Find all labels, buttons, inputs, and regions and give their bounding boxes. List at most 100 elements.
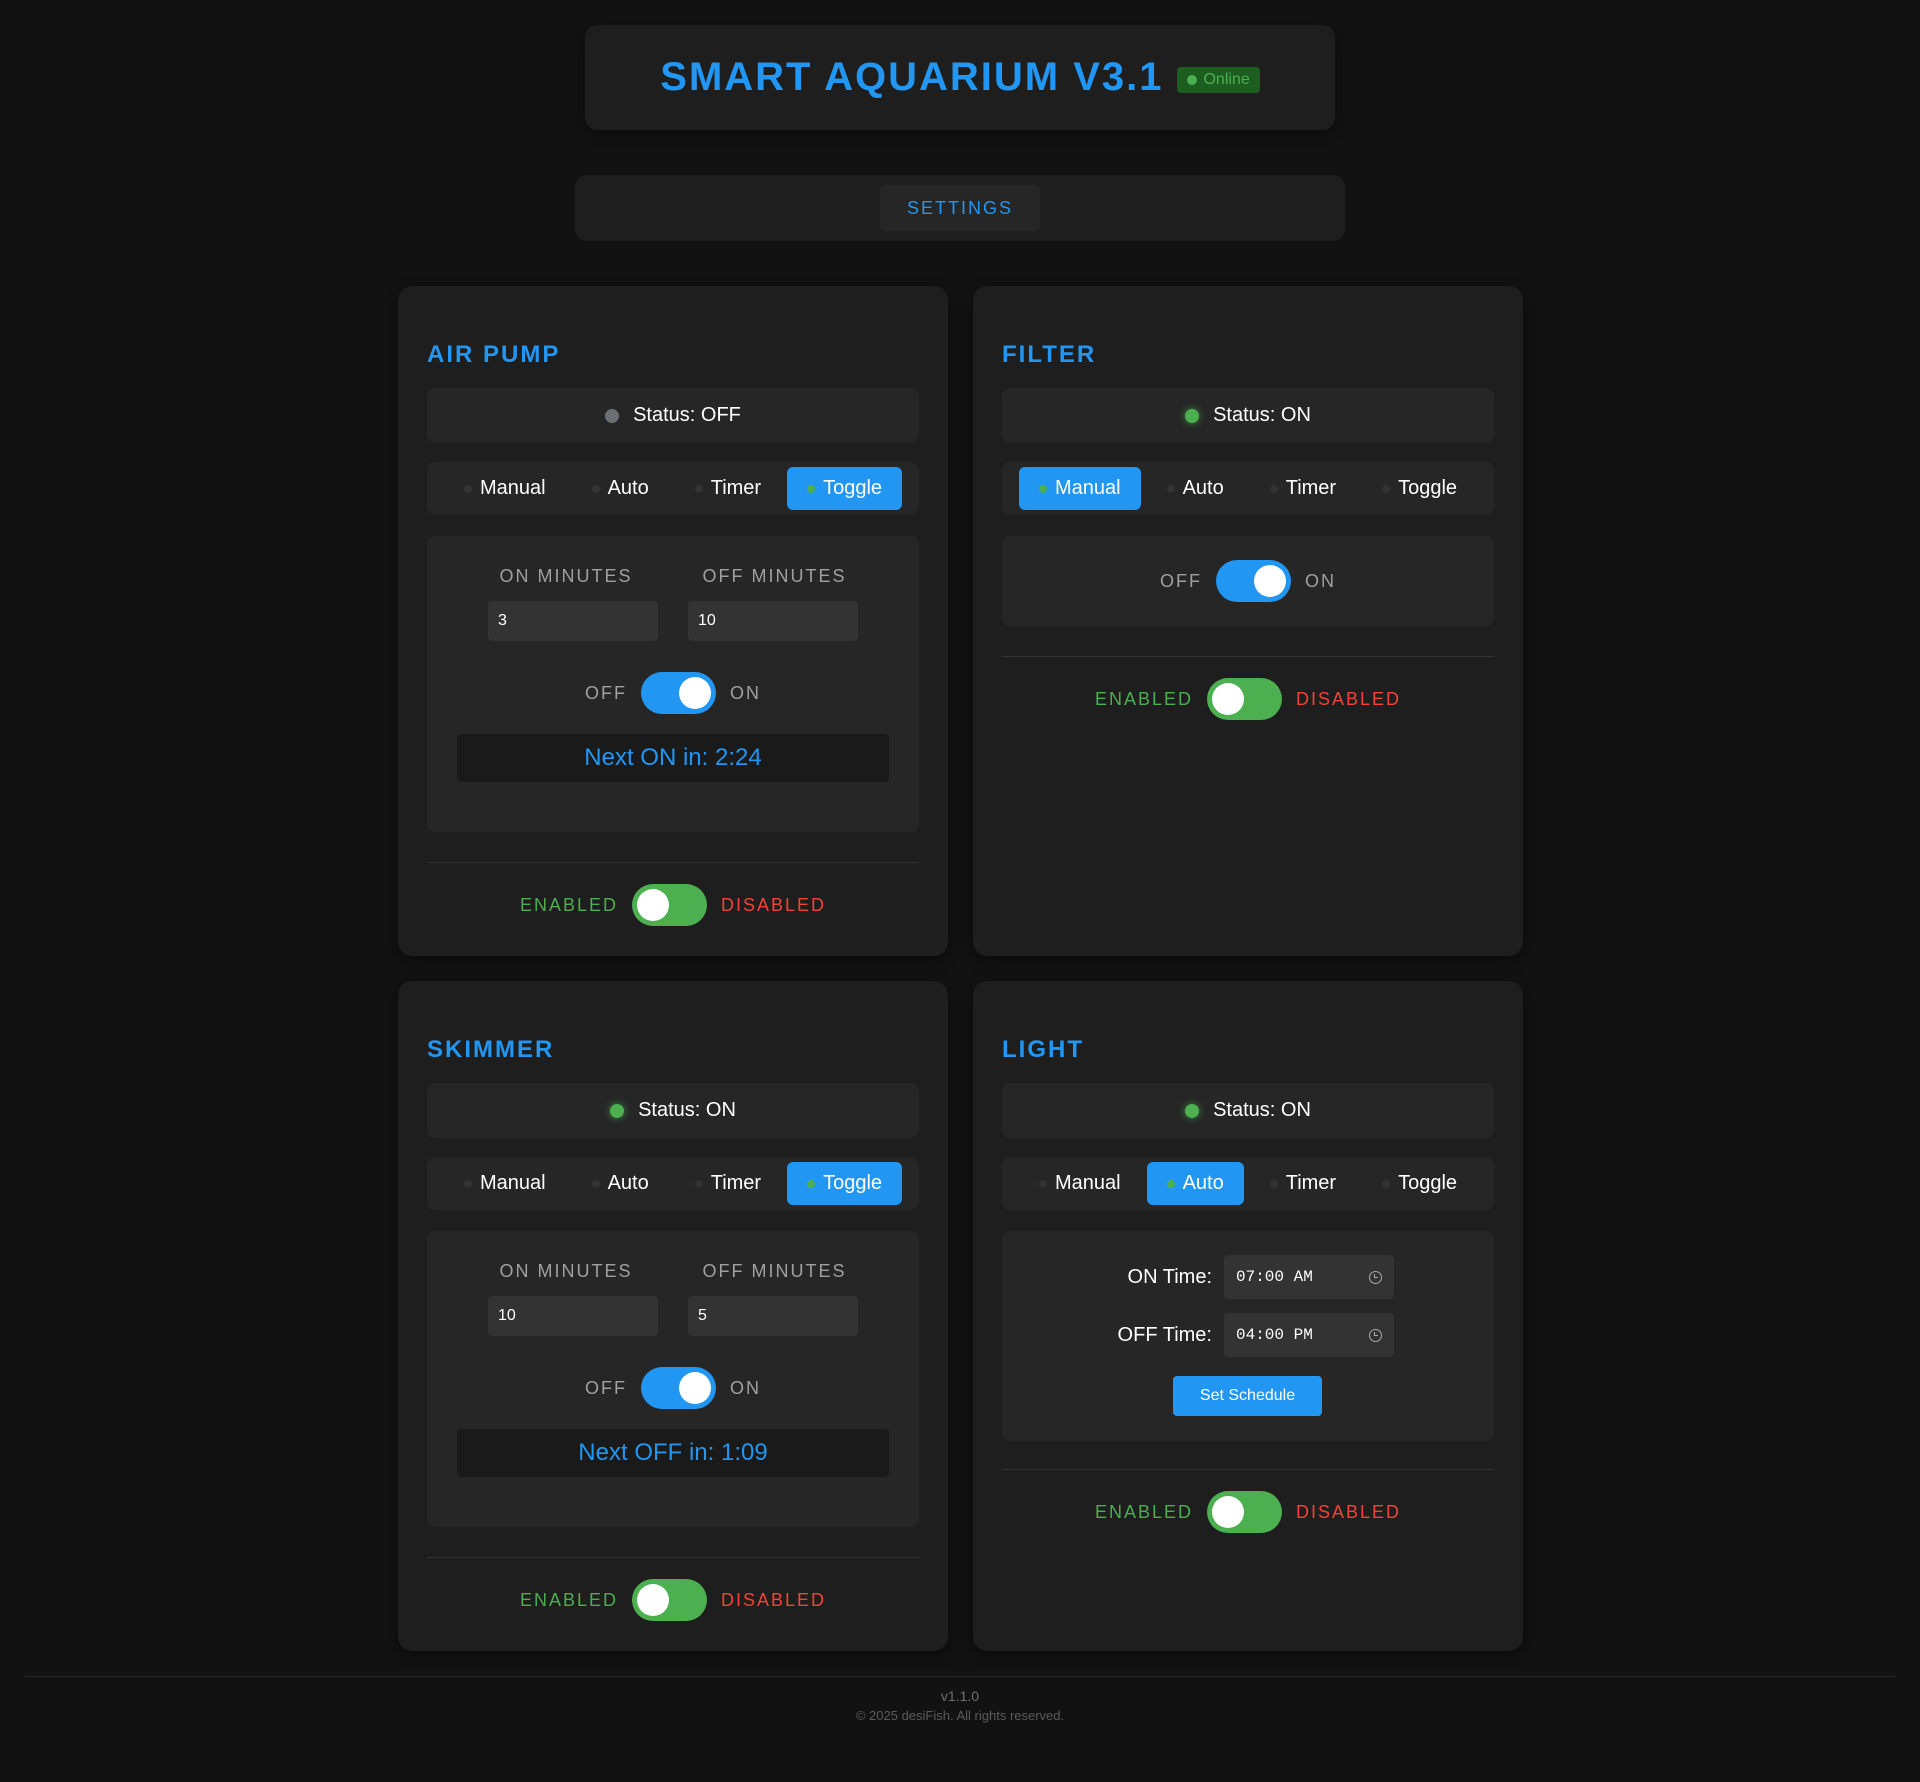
card-title: SKIMMER [427,1036,555,1063]
mode-label: Manual [1054,1172,1121,1194]
mode-label: Manual [1054,477,1121,499]
power-toggle[interactable] [1216,560,1291,602]
on-label: ON [730,682,761,703]
toggle-knob [637,889,669,921]
enabled-label: ENABLED [1094,688,1193,709]
filter-card: FILTER Status: ON Manual Auto Timer Togg… [973,286,1523,956]
on-label: ON [730,1377,761,1398]
off-time-input[interactable]: 04:00 PM [1224,1313,1394,1357]
card-title: LIGHT [1002,1036,1084,1063]
enable-toggle[interactable] [632,1579,707,1621]
mode-label: Timer [710,477,762,499]
off-minutes-input[interactable] [688,601,858,641]
enabled-label: ENABLED [1094,1501,1193,1522]
off-label: OFF [585,682,627,703]
enable-toggle[interactable] [1207,1491,1282,1533]
air-pump-card: AIR PUMP Status: OFF Manual Auto Timer T… [398,286,948,956]
mode-label: Timer [710,1172,762,1194]
mode-manual-button[interactable]: Manual [1019,1162,1141,1205]
divider [427,1557,919,1558]
mode-label: Timer [1285,1172,1337,1194]
mode-timer-button[interactable]: Timer [1250,1162,1356,1205]
mode-manual-button[interactable]: Manual [1018,467,1141,510]
status-indicator: Status: ON [1002,388,1494,443]
mode-timer-button[interactable]: Timer [675,1162,781,1205]
mode-label: Auto [607,1172,649,1194]
settings-button[interactable]: SETTINGS [880,185,1040,231]
disabled-label: DISABLED [1296,1501,1402,1522]
mode-toggle-button[interactable]: Toggle [1362,467,1477,510]
mode-dot-icon [463,484,472,493]
status-dot-icon [610,1103,625,1118]
off-minutes-input[interactable] [688,1296,858,1336]
status-dot-icon [605,408,620,423]
mode-selector: Manual Auto Timer Toggle [1002,1157,1494,1210]
mode-label: Manual [479,1172,546,1194]
clock-icon[interactable] [1369,1328,1382,1342]
off-time-value: 04:00 PM [1236,1326,1313,1344]
divider [1002,1469,1494,1470]
mode-dot-icon [807,1179,816,1188]
disabled-label: DISABLED [721,894,827,915]
enable-switch-row: ENABLED DISABLED [427,1579,919,1621]
status-dot-icon [1185,408,1200,423]
mode-dot-icon [1038,484,1047,493]
clock-icon[interactable] [1369,1270,1382,1284]
mode-auto-button[interactable]: Auto [1146,1162,1244,1205]
mode-label: Auto [607,477,649,499]
toggle-knob [1254,565,1286,597]
mode-toggle-button[interactable]: Toggle [1362,1162,1477,1205]
mode-dot-icon [1166,484,1175,493]
off-label: OFF [1160,570,1202,591]
mode-auto-button[interactable]: Auto [572,467,669,510]
status-text: Status: ON [638,1099,736,1121]
set-schedule-button[interactable]: Set Schedule [1173,1376,1322,1416]
mode-dot-icon [591,1179,600,1188]
mode-label: Timer [1285,477,1337,499]
interval-inputs [427,1296,919,1336]
connection-status-badge: Online [1177,66,1260,93]
mode-timer-button[interactable]: Timer [1250,467,1356,510]
toggle-knob [1212,683,1244,715]
mode-label: Manual [479,477,546,499]
mode-manual-button[interactable]: Manual [444,1162,566,1205]
mode-dot-icon [694,484,703,493]
skimmer-card: SKIMMER Status: ON Manual Auto Timer Tog… [398,981,948,1651]
mode-manual-button[interactable]: Manual [444,467,566,510]
disabled-label: DISABLED [721,1589,827,1610]
divider [427,862,919,863]
countdown-display: Next ON in: 2:24 [457,734,889,782]
toggle-knob [679,677,711,709]
on-minutes-label: ON MINUTES [499,1261,633,1281]
footer-version: v1.1.0 [940,1688,980,1704]
power-switch-row: OFF ON [427,672,919,714]
enable-switch-row: ENABLED DISABLED [427,884,919,926]
on-time-value: 07:00 AM [1236,1268,1313,1286]
status-text: Status: OFF [633,404,741,426]
mode-dot-icon [1038,1179,1047,1188]
mode-timer-button[interactable]: Timer [675,467,781,510]
mode-auto-button[interactable]: Auto [572,1162,669,1205]
toggle-mode-panel: ON MINUTES OFF MINUTES OFF ON Next ON in… [427,536,919,832]
status-text: Status: ON [1213,404,1311,426]
connection-status-label: Online [1203,70,1250,88]
on-minutes-input[interactable] [488,601,658,641]
toggle-knob [637,1584,669,1616]
power-toggle[interactable] [641,672,716,714]
card-title: AIR PUMP [427,341,561,368]
mode-toggle-button[interactable]: Toggle [787,467,903,510]
mode-dot-icon [1269,484,1278,493]
mode-dot-icon [694,1179,703,1188]
mode-auto-button[interactable]: Auto [1147,467,1244,510]
on-minutes-input[interactable] [488,1296,658,1336]
enable-toggle[interactable] [1207,678,1282,720]
mode-selector: Manual Auto Timer Toggle [427,1157,919,1210]
enabled-label: ENABLED [519,894,618,915]
off-time-row: OFF Time: 04:00 PM [1002,1313,1494,1357]
toggle-knob [1212,1496,1244,1528]
power-toggle[interactable] [641,1367,716,1409]
mode-dot-icon [1382,1179,1391,1188]
on-time-input[interactable]: 07:00 AM [1224,1255,1394,1299]
mode-toggle-button[interactable]: Toggle [787,1162,903,1205]
enable-toggle[interactable] [632,884,707,926]
